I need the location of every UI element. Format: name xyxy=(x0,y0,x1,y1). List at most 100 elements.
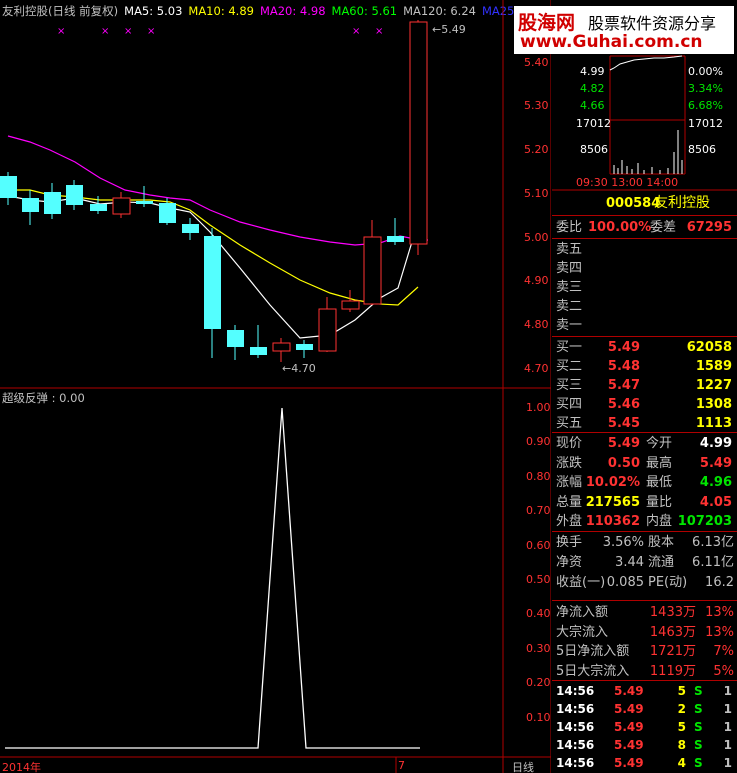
stat-value: 10.02% xyxy=(585,475,640,490)
stat-label: 现价 xyxy=(556,436,583,451)
fund-label: 收益(一) xyxy=(556,575,606,590)
intraday-mini-chart[interactable] xyxy=(552,0,737,192)
indicator-line xyxy=(5,407,420,749)
ask-row: 卖五 xyxy=(556,240,736,259)
candle-body xyxy=(318,308,337,352)
tick-price: 5.49 xyxy=(614,684,644,698)
weibi-value: 100.00% xyxy=(588,220,652,235)
mini-price-label: 4.66 xyxy=(580,99,605,112)
bid-volume: 1227 xyxy=(695,378,732,393)
stat-value: 4.96 xyxy=(699,475,732,490)
tick-time: 14:56 xyxy=(556,720,595,734)
money-flow-row: 5日净流入额 1721万 7% xyxy=(556,642,736,661)
indicator-axis-tick: 1.00 xyxy=(526,401,551,414)
flow-pct: 5% xyxy=(713,663,734,679)
stat-row: 总量 217565 量比 4.05 xyxy=(556,493,736,512)
stat-value: 5.49 xyxy=(607,436,640,451)
bid-volume: 1308 xyxy=(695,397,732,412)
signal-marker: × xyxy=(57,26,65,37)
weibi-row: 委比 100.00% 委差 67295 xyxy=(556,218,736,237)
candle-body xyxy=(387,236,404,242)
month-label: 7 xyxy=(398,759,405,772)
tick-time: 14:56 xyxy=(556,684,595,698)
tick-row: 14:56 5.49 2 S 1 xyxy=(556,700,736,718)
candle-body xyxy=(409,21,428,245)
mini-pct-label: 0.00% xyxy=(688,65,723,78)
tick-side: S xyxy=(694,684,703,698)
fund-value: 6.11亿 xyxy=(692,555,734,570)
fund-value: 6.13亿 xyxy=(692,535,734,550)
tick-count: 1 xyxy=(723,720,732,734)
mini-vol-label: 17012 xyxy=(688,117,723,130)
stat-value: 4.05 xyxy=(699,494,732,510)
fund-value: 16.2 xyxy=(705,575,734,590)
stat-row: 涨幅 10.02% 最低 4.96 xyxy=(556,473,736,492)
tick-count: 1 xyxy=(723,702,732,716)
flow-value: 1721万 xyxy=(649,644,696,659)
tick-price: 5.49 xyxy=(614,702,644,716)
high-price-annotation: ←5.49 xyxy=(432,23,466,36)
mini-vol-label: 8506 xyxy=(688,143,716,156)
stat-value: 107203 xyxy=(677,514,732,529)
price-axis-tick: 4.90 xyxy=(524,274,549,287)
stock-id-row: 000584 友利控股 xyxy=(556,194,736,213)
indicator-axis-tick: 0.90 xyxy=(526,435,551,449)
tick-side: S xyxy=(694,756,703,770)
candle-body xyxy=(227,330,244,347)
stat-row: 涨跌 0.50 最高 5.49 xyxy=(556,454,736,473)
stat-value: 110362 xyxy=(585,514,640,529)
tick-volume: 5 xyxy=(677,720,686,734)
tick-volume: 5 xyxy=(677,684,686,698)
tick-side: S xyxy=(694,738,703,752)
stat-label: 今开 xyxy=(646,436,673,451)
mini-price-label: 4.82 xyxy=(580,82,605,95)
candle-body xyxy=(159,203,176,223)
flow-pct: 13% xyxy=(705,624,734,640)
tick-count: 1 xyxy=(723,756,732,770)
money-flow-row: 5日大宗流入 1119万 5% xyxy=(556,662,736,681)
tick-row: 14:56 5.49 5 S 1 xyxy=(556,682,736,700)
ask-row: 卖二 xyxy=(556,297,736,316)
tick-count: 1 xyxy=(723,738,732,752)
candle-body xyxy=(182,224,199,233)
candle-body xyxy=(272,342,291,352)
indicator-axis-tick: 0.60 xyxy=(526,538,551,552)
period-tab-daily[interactable]: 日线 xyxy=(512,759,534,773)
candle-body xyxy=(66,185,83,205)
price-axis-tick: 5.20 xyxy=(524,143,549,156)
bid-price: 5.49 xyxy=(607,340,640,355)
mini-vol-label: 17012 xyxy=(576,117,611,130)
mini-time-label: 09:30 13:00 14:00 xyxy=(576,176,679,189)
ask-row: 卖三 xyxy=(556,278,736,297)
fund-value: 3.44 xyxy=(615,555,644,570)
candle-body xyxy=(0,176,17,198)
kline-chart-area[interactable]: 友利控股(日线 前复权) MA5: 5.03 MA10: 4.89 MA20: 4.9… xyxy=(0,0,551,773)
flow-pct: 7% xyxy=(713,644,734,659)
bid-label: 买一 xyxy=(556,340,583,355)
fundamental-row: 收益(一) 0.085 PE(动) 16.2 xyxy=(556,573,736,592)
candle-body xyxy=(296,344,313,350)
bid-row: 买二 5.48 1589 xyxy=(556,357,736,376)
price-axis-tick: 5.30 xyxy=(524,99,549,112)
stat-row: 外盘 110362 内盘 107203 xyxy=(556,512,736,531)
bid-price: 5.47 xyxy=(607,378,640,393)
candle-body xyxy=(363,236,382,305)
stat-label: 量比 xyxy=(646,494,673,510)
bid-price: 5.45 xyxy=(607,416,640,431)
indicator-axis-tick: 0.30 xyxy=(526,641,551,655)
mini-price-label: 4.99 xyxy=(580,65,605,78)
candle-body xyxy=(90,204,107,211)
candlestick-chart[interactable]: × × × × × × × ←4.70 ←5.49 xyxy=(0,0,551,773)
candle-body xyxy=(44,192,61,214)
indicator-axis-tick: 0.50 xyxy=(526,573,551,586)
ask-label: 卖三 xyxy=(556,280,583,295)
stat-value: 4.99 xyxy=(699,436,732,451)
flow-value: 1119万 xyxy=(649,663,696,679)
fund-label: PE(动) xyxy=(648,575,688,590)
price-axis-tick: 5.00 xyxy=(524,231,549,244)
stat-label: 总量 xyxy=(556,494,583,510)
weibi-label: 委比 xyxy=(556,220,583,235)
stat-label: 最低 xyxy=(646,475,673,490)
bid-row: 买一 5.49 62058 xyxy=(556,338,736,357)
stock-code: 000584 xyxy=(606,196,661,211)
